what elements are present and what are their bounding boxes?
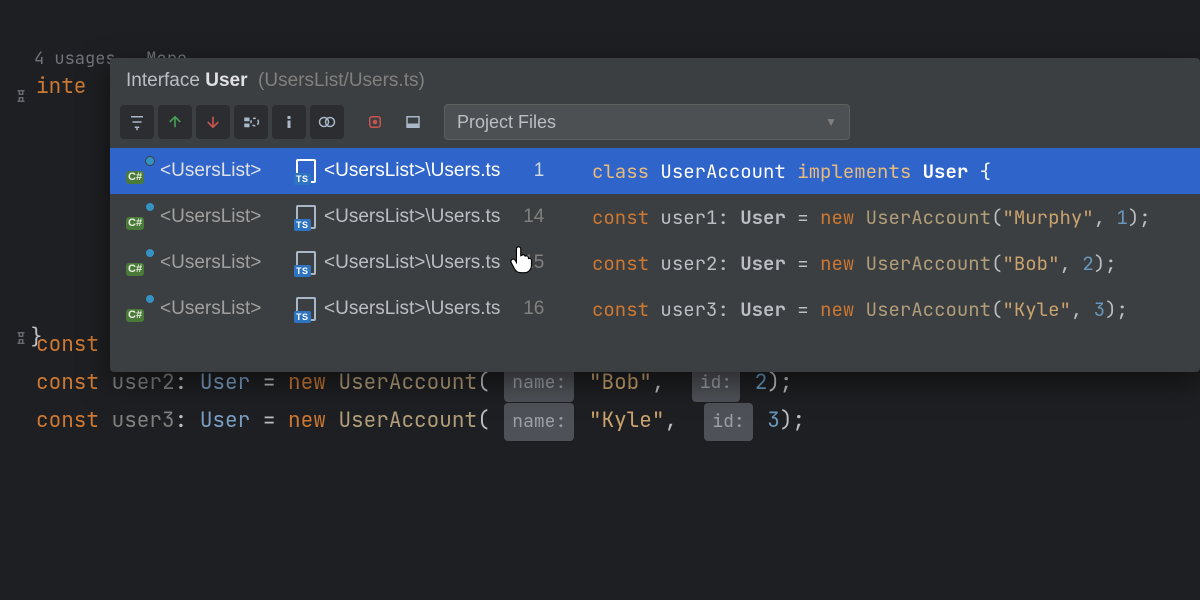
usage-row[interactable]: <UsersList> TS <UsersList>\Users.ts 14 c… xyxy=(110,194,1200,240)
info-icon[interactable] xyxy=(272,105,306,139)
module-icon xyxy=(126,158,152,184)
prev-occurrence-icon[interactable] xyxy=(158,105,192,139)
pin-icon[interactable] xyxy=(358,105,392,139)
typescript-file-icon: TS xyxy=(296,205,316,229)
expand-all-icon[interactable] xyxy=(234,105,268,139)
module-icon xyxy=(126,250,152,276)
group-by-icon[interactable] xyxy=(310,105,344,139)
usage-snippet: const user3: User = new UserAccount("Kyl… xyxy=(592,297,1128,322)
usages-list: <UsersList> TS <UsersList>\Users.ts 1 cl… xyxy=(110,148,1200,372)
usage-snippet: const user1: User = new UserAccount("Mur… xyxy=(592,205,1151,230)
scope-dropdown[interactable]: Project Files ▼ xyxy=(444,104,850,140)
find-usages-popup: Interface User (UsersList/Users.ts) Proj… xyxy=(110,58,1200,372)
fold-gutter-icon[interactable] xyxy=(14,80,28,118)
code-brace: } xyxy=(30,324,43,348)
module-icon xyxy=(126,204,152,230)
chevron-down-icon: ▼ xyxy=(825,115,837,129)
popup-title: Interface User (UsersList/Users.ts) xyxy=(110,58,1200,102)
scope-dropdown-label: Project Files xyxy=(457,112,556,133)
popup-toolbar: Project Files ▼ xyxy=(110,102,1200,148)
usage-snippet: class UserAccount implements User { xyxy=(592,159,991,184)
hand-cursor-icon xyxy=(508,244,534,274)
typescript-file-icon: TS xyxy=(296,251,316,275)
typescript-file-icon: TS xyxy=(296,297,316,321)
filter-settings-icon[interactable] xyxy=(120,105,154,139)
fold-gutter-icon[interactable] xyxy=(14,322,28,360)
usage-snippet: const user2: User = new UserAccount("Bob… xyxy=(592,251,1117,276)
usage-row[interactable]: <UsersList> TS <UsersList>\Users.ts 16 c… xyxy=(110,286,1200,332)
parameter-hint: name: xyxy=(504,403,574,441)
parameter-hint: id: xyxy=(704,403,752,441)
open-tool-window-icon[interactable] xyxy=(396,105,430,139)
usage-row[interactable]: <UsersList> TS <UsersList>\Users.ts 15 c… xyxy=(110,240,1200,286)
next-occurrence-icon[interactable] xyxy=(196,105,230,139)
usages-count[interactable]: 4 usages xyxy=(34,48,116,70)
typescript-file-icon: TS xyxy=(296,159,316,183)
code-line[interactable]: const user3: User = new UserAccount( nam… xyxy=(36,402,1200,440)
module-icon xyxy=(126,296,152,322)
usage-row[interactable]: <UsersList> TS <UsersList>\Users.ts 1 cl… xyxy=(110,148,1200,194)
